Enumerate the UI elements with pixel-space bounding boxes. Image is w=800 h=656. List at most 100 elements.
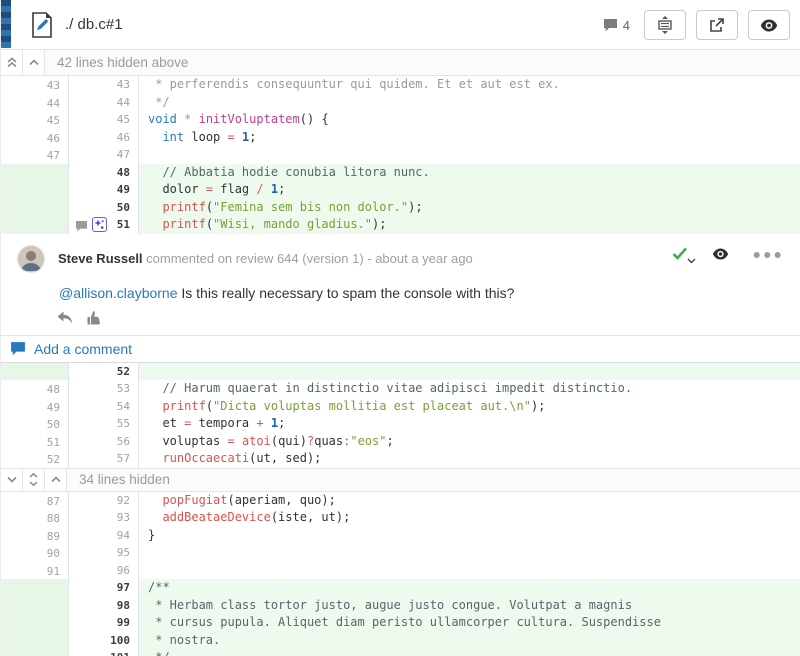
diff-row: 97/** (1, 579, 800, 597)
old-line-number[interactable]: 88 (47, 512, 68, 525)
new-line-number[interactable]: 97 (117, 579, 138, 597)
old-line-number[interactable]: 47 (47, 149, 68, 162)
user-mention-link[interactable]: @allison.clayborne (59, 285, 178, 301)
new-line-number[interactable]: 99 (117, 614, 138, 632)
review-comment-section: Steve Russell commented on review 644 (v… (1, 234, 800, 363)
diff-row: 50 55 et = tempora + 1; (1, 415, 800, 433)
new-line-number[interactable]: 55 (117, 415, 138, 433)
old-line-number[interactable]: 43 (47, 79, 68, 92)
new-line-number[interactable]: 92 (117, 492, 138, 510)
old-line-number[interactable] (60, 635, 68, 648)
new-line-number[interactable]: 101 (110, 649, 138, 656)
new-line-number[interactable]: 56 (117, 433, 138, 451)
old-line-number[interactable] (60, 366, 68, 379)
old-line-number[interactable]: 91 (47, 565, 68, 578)
old-line-number[interactable]: 48 (47, 383, 68, 396)
new-line-number[interactable]: 48 (117, 164, 138, 182)
old-line-number[interactable] (60, 600, 68, 613)
code-line: // Abbatia hodie conubia litora nunc. (139, 164, 800, 182)
new-line-number[interactable]: 43 (117, 76, 138, 94)
old-line-number[interactable]: 90 (47, 547, 68, 560)
diff-row: 48 // Abbatia hodie conubia litora nunc. (1, 164, 800, 182)
new-line-number[interactable]: 94 (117, 527, 138, 545)
old-line-number[interactable] (60, 582, 68, 595)
comment-title: Steve Russell commented on review 644 (v… (58, 251, 473, 266)
expand-all-above-button[interactable] (1, 50, 23, 75)
new-line-number[interactable]: 54 (117, 398, 138, 416)
old-line-number[interactable]: 50 (47, 418, 68, 431)
diff-chunk: 8792 popFugiat(aperiam, quo);8893 addBea… (1, 492, 800, 656)
old-line-number[interactable] (60, 184, 68, 197)
new-line-number[interactable]: 98 (117, 597, 138, 615)
expand-collapse-button[interactable] (644, 10, 686, 40)
diff-row: 44 44 */ (1, 94, 800, 112)
code-line: */ (139, 94, 800, 112)
comment-author: Steve Russell (58, 251, 143, 266)
new-line-number[interactable]: 52 (117, 363, 138, 381)
diff-chunk: 524853 // Harum quaerat in distinctio vi… (1, 363, 800, 468)
old-line-number[interactable]: 46 (47, 132, 68, 145)
code-line (139, 146, 800, 164)
new-line-number[interactable]: 47 (117, 146, 138, 164)
code-line: et = tempora + 1; (139, 415, 800, 433)
comment-visibility-button[interactable] (712, 248, 729, 260)
open-external-button[interactable] (696, 10, 738, 40)
expand-collapse-icon (657, 16, 673, 34)
old-line-number[interactable]: 51 (47, 436, 68, 449)
comment-meta: commented on review 644 (version 1) - ab… (143, 251, 473, 266)
visibility-button[interactable] (748, 10, 790, 40)
code-line: printf("Dicta voluptas mollitia est plac… (139, 398, 800, 416)
code-line: popFugiat(aperiam, quo); (139, 492, 800, 510)
old-line-number[interactable]: 45 (47, 114, 68, 127)
old-line-number[interactable] (60, 202, 68, 215)
new-line-number[interactable]: 95 (117, 544, 138, 562)
old-line-number[interactable] (60, 219, 68, 232)
expand-above-button[interactable] (23, 50, 45, 75)
thumbs-up-button[interactable] (87, 311, 102, 325)
diff-row: 52 (1, 363, 800, 381)
collapse-updown-icon (28, 473, 39, 486)
new-line-number[interactable]: 44 (117, 94, 138, 112)
expand-below-button[interactable] (1, 469, 23, 491)
reply-button[interactable] (57, 311, 73, 324)
diff-row: 49 54 printf("Dicta voluptas mollitia est… (1, 398, 800, 416)
old-line-number[interactable]: 49 (47, 401, 68, 414)
new-line-number[interactable]: 50 (117, 199, 138, 217)
more-actions-button[interactable]: ●●● (753, 246, 784, 262)
expand-all-button[interactable] (23, 469, 45, 491)
old-line-number[interactable]: 89 (47, 530, 68, 543)
code-line: runOccaecati(ut, sed); (139, 450, 800, 468)
old-line-number[interactable] (60, 652, 68, 656)
comment-bubble-icon[interactable] (75, 221, 88, 232)
new-line-number[interactable]: 53 (117, 380, 138, 398)
diff-row: 87 92 popFugiat(aperiam, quo); (1, 492, 800, 510)
new-line-number[interactable]: 51 (117, 216, 138, 234)
new-line-number[interactable]: 57 (117, 450, 138, 468)
hidden-lines-label: 42 lines hidden above (45, 50, 188, 75)
add-comment-row[interactable]: Add a comment (1, 335, 800, 362)
code-line: * perferendis consequuntur qui quidem. E… (139, 76, 800, 94)
file-chunk-index-bar[interactable] (1, 0, 11, 48)
new-line-number[interactable]: 96 (117, 562, 138, 580)
code-line: printf("Femina sem bis non dolor."); (139, 199, 800, 217)
diff-row: 4545void * initVoluptatem() { (1, 111, 800, 129)
old-line-number[interactable] (60, 617, 68, 630)
new-line-number[interactable]: 100 (110, 632, 138, 650)
new-line-number[interactable]: 45 (117, 111, 138, 129)
new-line-number[interactable]: 46 (117, 129, 138, 147)
ai-comment-icon[interactable] (92, 217, 107, 232)
old-line-number[interactable]: 87 (47, 495, 68, 508)
new-line-number[interactable]: 49 (117, 181, 138, 199)
new-line-number[interactable]: 93 (117, 509, 138, 527)
diff-row: 49 dolor = flag / 1; (1, 181, 800, 199)
old-line-number[interactable]: 44 (47, 97, 68, 110)
code-line: * cursus pupula. Aliquet diam peristo ul… (139, 614, 800, 632)
code-line: voluptas = atoi(qui)?quas:"eos"; (139, 433, 800, 451)
old-line-number[interactable] (60, 167, 68, 180)
old-line-number[interactable]: 52 (47, 453, 68, 466)
avatar[interactable] (17, 245, 45, 273)
resolved-check-button[interactable] (672, 247, 688, 260)
comment-body: @allison.clayborne Is this really necess… (1, 273, 800, 301)
expand-above-button[interactable] (45, 469, 67, 491)
diff-row: 90 95 (1, 544, 800, 562)
